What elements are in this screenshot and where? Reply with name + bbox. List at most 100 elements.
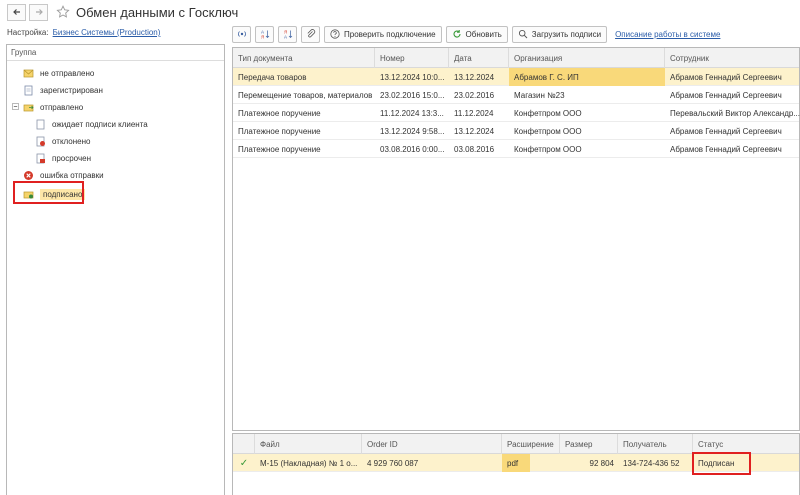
tree-item-label: отклонено	[52, 136, 91, 146]
column-header[interactable]: Сотрудник	[665, 48, 800, 68]
column-header[interactable]: Тип документа	[233, 48, 375, 68]
cell-date: 11.12.2024	[454, 108, 494, 118]
cell-employee: Абрамов Геннадий Сергеевич	[670, 72, 782, 82]
sort-ascending-button[interactable]: AЯ	[255, 25, 274, 43]
cell-doc-type: Передача товаров	[238, 72, 307, 82]
back-button[interactable]	[7, 3, 26, 21]
tree-item-registered[interactable]: зарегистрирован	[23, 82, 103, 98]
cell-doc-type: Перемещение товаров, материалов	[238, 90, 373, 100]
load-signatures-button[interactable]: Загрузить подписи	[511, 25, 608, 43]
tree-item-expired[interactable]: просрочен	[35, 150, 91, 166]
column-header-check	[233, 434, 255, 454]
column-header[interactable]: Расширение	[502, 434, 560, 454]
load-signatures-label: Загрузить подписи	[531, 29, 602, 39]
cell-order-id: 4 929 760 087	[367, 458, 419, 468]
cell-date: 13.12.2024	[454, 72, 495, 82]
highlight-frame-signed	[13, 181, 84, 204]
cell-file: М-15 (Накладная) № 1 о...	[260, 458, 358, 468]
cell-number: 13.12.2024 9:58...	[380, 126, 445, 136]
cell-number: 23.02.2016 15:0...	[380, 90, 445, 100]
column-header[interactable]: Order ID	[362, 434, 502, 454]
column-header[interactable]: Организация	[509, 48, 665, 68]
cell-employee: Абрамов Геннадий Сергеевич	[670, 126, 782, 136]
cell-date: 03.08.2016	[454, 144, 495, 154]
window-header: Обмен данными с Госключ	[0, 0, 800, 24]
column-header[interactable]: Файл	[255, 434, 362, 454]
help-link[interactable]: Описание работы в системе	[615, 30, 720, 39]
cell-size: 92 804	[589, 458, 614, 468]
check-connection-label: Проверить подключение	[344, 29, 436, 39]
refresh-button[interactable]: Обновить	[445, 25, 508, 43]
highlight-frame-status	[692, 452, 751, 475]
table-row[interactable]: Платежное поручение 03.08.2016 0:00... 0…	[233, 140, 799, 158]
table-row[interactable]: Платежное поручение 11.12.2024 13:3... 1…	[233, 104, 800, 122]
error-icon	[24, 170, 33, 180]
tree-item-label: зарегистрирован	[40, 85, 103, 95]
attachment-button[interactable]	[301, 25, 320, 43]
cell-organization: Магазин №23	[514, 90, 565, 100]
sort-za-icon: ЯA	[284, 30, 292, 39]
tree-item-sent[interactable]: отправлено	[23, 99, 83, 115]
tree-item-label: не отправлено	[40, 68, 95, 78]
column-header[interactable]: Размер	[560, 434, 618, 454]
sort-az-icon: AЯ	[261, 30, 269, 40]
cell-organization: Конфетпром ООО	[514, 126, 582, 136]
radio-button[interactable]	[232, 25, 251, 43]
check-connection-button[interactable]: Проверить подключение	[324, 25, 442, 43]
expired-document-icon	[36, 153, 45, 163]
cell-doc-type: Платежное поручение	[238, 108, 321, 118]
settings-label: Настройка:	[7, 28, 49, 37]
cell-employee: Абрамов Геннадий Сергеевич	[670, 90, 782, 100]
tree-item-label: просрочен	[52, 153, 91, 163]
folder-sent-icon	[23, 104, 34, 111]
settings-link[interactable]: Бизнес Системы (Production)	[53, 28, 161, 37]
svg-text:Я: Я	[261, 35, 264, 40]
cell-organization: Абрамов Г. С. ИП	[509, 68, 665, 86]
sort-descending-button[interactable]: ЯA	[278, 25, 297, 43]
cell-number: 11.12.2024 13:3...	[380, 108, 444, 118]
settings-line: Настройка: Бизнес Системы (Production)	[7, 28, 160, 37]
search-icon	[518, 29, 528, 39]
table-header: Тип документа Номер Дата Организация Сот…	[233, 48, 799, 68]
table-row[interactable]: Передача товаров 13.12.2024 10:0... 13.1…	[233, 68, 799, 86]
cell-extension: pdf	[502, 454, 530, 472]
cell-date: 23.02.2016	[454, 90, 495, 100]
refresh-icon	[453, 30, 461, 38]
tree-item-awaiting-signature[interactable]: ожидает подписи клиента	[35, 116, 148, 132]
column-header[interactable]: Получатель	[618, 434, 693, 454]
cell-employee: Абрамов Геннадий Сергеевич	[670, 144, 782, 154]
column-header[interactable]: Статус	[693, 434, 800, 454]
group-panel: Группа не отправлено зарегистрирован отп…	[6, 44, 225, 495]
refresh-label: Обновить	[465, 29, 502, 39]
document-icon	[24, 85, 33, 95]
cell-recipient: 134-724-436 52	[623, 458, 680, 468]
forward-button[interactable]	[29, 3, 48, 21]
rejected-document-icon	[36, 136, 45, 146]
favorite-star-icon[interactable]	[56, 5, 70, 19]
document-envelope-icon	[23, 69, 34, 77]
arrow-left-icon	[12, 9, 20, 15]
cell-organization: Конфетпром ООО	[514, 144, 582, 154]
table-row[interactable]: Перемещение товаров, материалов 23.02.20…	[233, 86, 799, 104]
tree-item-rejected[interactable]: отклонено	[35, 133, 90, 149]
cell-doc-type: Платежное поручение	[238, 144, 321, 154]
question-icon	[330, 29, 340, 39]
paperclip-icon	[307, 29, 315, 38]
column-header[interactable]: Номер	[375, 48, 449, 68]
tree-item-not-sent[interactable]: не отправлено	[23, 65, 94, 81]
tree-item-label: ожидает подписи клиента	[52, 119, 148, 129]
tree-item-label: ошибка отправки	[40, 170, 104, 180]
tree-item-label: отправлено	[40, 102, 84, 112]
blank-document-icon	[36, 119, 45, 129]
signed-check-icon: ✓	[239, 457, 249, 469]
collapse-icon[interactable]	[12, 103, 19, 110]
table-header: Файл Order ID Расширение Размер Получате…	[233, 434, 799, 454]
cell-organization: Конфетпром ООО	[514, 108, 582, 118]
column-header[interactable]: Дата	[449, 48, 509, 68]
group-column-header: Группа	[7, 45, 224, 61]
cell-number: 13.12.2024 10:0...	[380, 72, 445, 82]
cell-number: 03.08.2016 0:00...	[380, 144, 445, 154]
arrow-right-icon	[35, 9, 43, 15]
cell-date: 13.12.2024	[454, 126, 495, 136]
table-row[interactable]: Платежное поручение 13.12.2024 9:58... 1…	[233, 122, 799, 140]
